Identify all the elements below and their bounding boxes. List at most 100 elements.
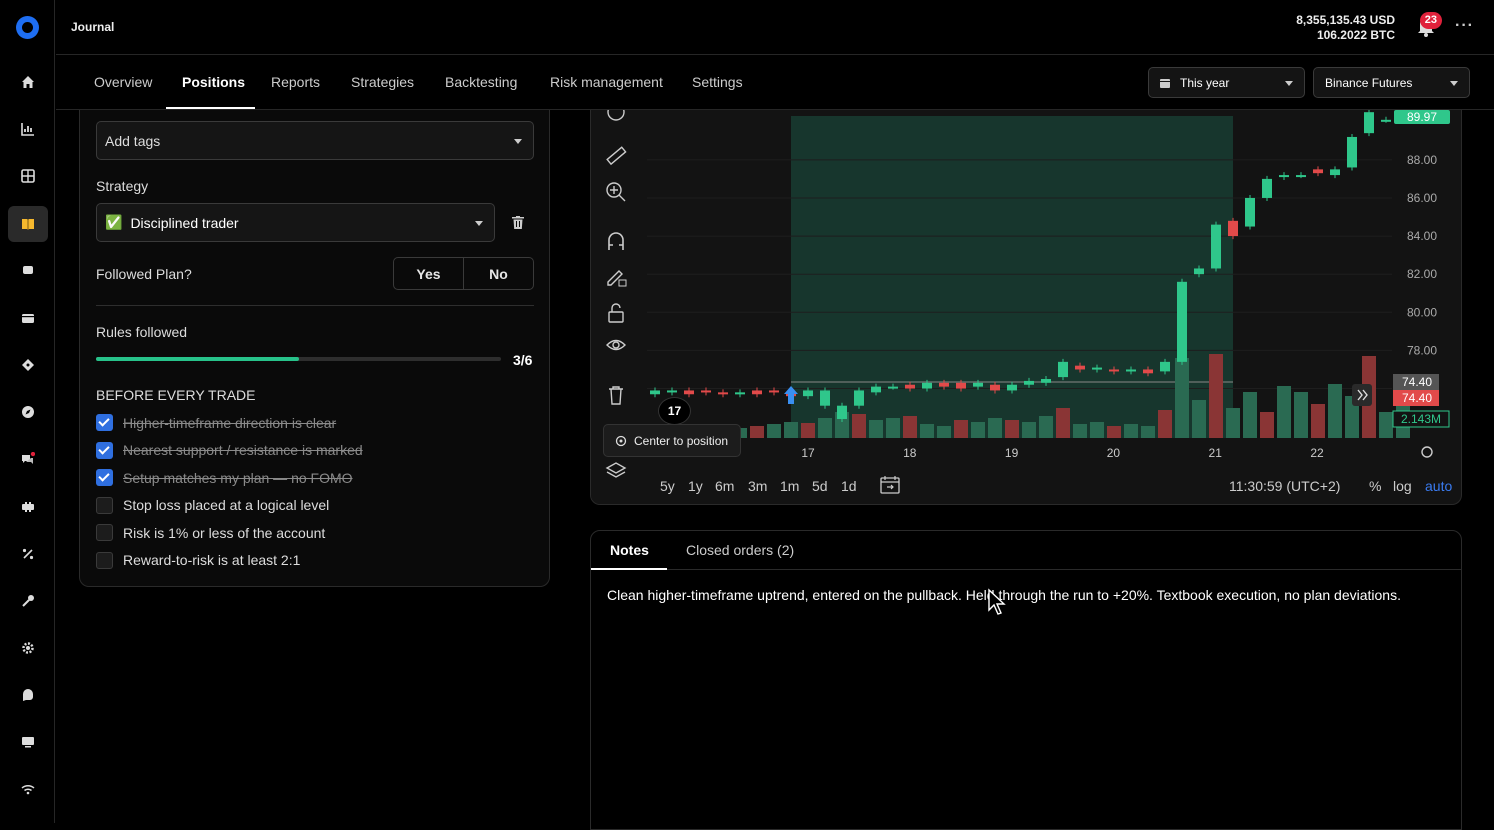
tradingview-logo[interactable]: 17: [658, 397, 691, 425]
candlestick-chart[interactable]: 88.0086.0084.0082.0080.0078.0076.00 89.9…: [647, 110, 1462, 465]
tab-strategies[interactable]: Strategies: [351, 74, 414, 90]
candle: [701, 390, 711, 393]
volume-bar: [937, 426, 951, 438]
zoom-in-icon[interactable]: [605, 181, 627, 203]
auto-scale-toggle[interactable]: auto: [1425, 478, 1452, 494]
strategy-select[interactable]: ✅ Disciplined trader: [96, 203, 495, 242]
strategy-emoji: ✅: [105, 214, 123, 230]
tab-notes[interactable]: Notes: [610, 542, 649, 558]
ruler-icon[interactable]: [605, 145, 627, 167]
timeframe-1y[interactable]: 1y: [688, 478, 703, 494]
date-range-icon[interactable]: [880, 476, 900, 494]
volume-bar: [971, 422, 985, 438]
candle: [854, 390, 864, 406]
active-tab-indicator: [166, 107, 255, 109]
monitor-icon[interactable]: [8, 724, 48, 760]
candle: [803, 390, 813, 397]
tags-select[interactable]: Add tags: [96, 121, 534, 160]
date-tick-label: 20: [1107, 446, 1121, 460]
trash-icon[interactable]: [605, 384, 627, 406]
no-button[interactable]: No: [464, 258, 533, 289]
puzzle-icon[interactable]: [8, 489, 48, 525]
account-balance: 8,355,135.43 USD 106.2022 BTC: [1296, 13, 1395, 43]
tab-overview[interactable]: Overview: [94, 74, 152, 90]
tab-settings[interactable]: Settings: [692, 74, 743, 90]
support-icon[interactable]: [8, 677, 48, 713]
percent-icon[interactable]: [8, 536, 48, 572]
candle: [837, 405, 847, 420]
timeframe-1m[interactable]: 1m: [780, 478, 799, 494]
tab-backtesting[interactable]: Backtesting: [445, 74, 517, 90]
wallet-icon[interactable]: [8, 300, 48, 336]
rule-checkbox[interactable]: [96, 469, 113, 486]
timeframe-3m[interactable]: 3m: [748, 478, 767, 494]
tab-positions[interactable]: Positions: [182, 74, 245, 90]
candle: [956, 382, 966, 389]
timeframe-6m[interactable]: 6m: [715, 478, 734, 494]
strategy-value: Disciplined trader: [130, 214, 239, 231]
smile-icon[interactable]: [605, 110, 627, 123]
date-filter-dropdown[interactable]: This year: [1148, 67, 1305, 98]
volume-bar: [1039, 416, 1053, 438]
notification-badge[interactable]: 23: [1419, 12, 1442, 29]
volume-bar: [1328, 384, 1342, 438]
chart-settings-icon[interactable]: [1421, 446, 1433, 458]
volume-bar: [1022, 422, 1036, 438]
compass-icon[interactable]: [8, 394, 48, 430]
top-bar: Journal 8,355,135.43 USD 106.2022 BTC 23…: [56, 0, 1494, 55]
trash-icon[interactable]: [512, 216, 524, 229]
tab-closed-orders[interactable]: Closed orders (2): [686, 542, 794, 558]
tag-icon[interactable]: [8, 347, 48, 383]
log-scale-toggle[interactable]: log: [1393, 478, 1412, 494]
candle: [1211, 224, 1221, 269]
rule-checkbox[interactable]: [96, 442, 113, 459]
page-title: Journal: [71, 20, 115, 34]
rules-progress-fill: [96, 357, 299, 361]
pencil-lock-icon[interactable]: [605, 265, 627, 287]
rule-checkbox[interactable]: [96, 552, 113, 569]
volume-bar: [1260, 412, 1274, 438]
candle: [1279, 175, 1289, 178]
exchange-filter-dropdown[interactable]: Binance Futures: [1313, 67, 1470, 98]
tags-placeholder: Add tags: [105, 132, 161, 149]
candle: [922, 382, 932, 389]
rule-checkbox[interactable]: [96, 497, 113, 514]
percent-scale-toggle[interactable]: %: [1369, 478, 1381, 494]
rule-label: Risk is 1% or less of the account: [123, 525, 326, 541]
candle: [1228, 220, 1238, 237]
followed-plan-label: Followed Plan?: [96, 266, 192, 282]
home-icon[interactable]: [8, 64, 48, 100]
tab-reports[interactable]: Reports: [271, 74, 320, 90]
wifi-icon[interactable]: [8, 771, 48, 807]
candle: [1177, 281, 1187, 362]
rule-checkbox[interactable]: [96, 414, 113, 431]
volume-bar: [818, 418, 832, 438]
app-logo[interactable]: [16, 16, 39, 39]
key-icon[interactable]: [8, 583, 48, 619]
calendar-icon: [1160, 78, 1170, 88]
layers-icon[interactable]: [605, 460, 627, 482]
cards-icon[interactable]: [8, 252, 48, 288]
yes-button[interactable]: Yes: [394, 258, 464, 289]
center-to-position-button[interactable]: Center to position: [603, 424, 742, 457]
volume-bar: [1107, 426, 1121, 438]
journal-icon[interactable]: [8, 206, 48, 242]
sidebar: [0, 0, 55, 823]
eye-icon[interactable]: [605, 335, 627, 357]
timeframe-1d[interactable]: 1d: [841, 478, 857, 494]
grid-icon[interactable]: [8, 158, 48, 194]
balance-usd: 8,355,135.43 USD: [1296, 13, 1395, 27]
rule-checkbox[interactable]: [96, 524, 113, 541]
strategy-label: Strategy: [96, 178, 149, 194]
chart-clock[interactable]: 11:30:59 (UTC+2): [1229, 478, 1340, 494]
timeframe-5d[interactable]: 5d: [812, 478, 828, 494]
timeframe-5y[interactable]: 5y: [660, 478, 675, 494]
chart-icon[interactable]: [8, 111, 48, 147]
tab-risk-management[interactable]: Risk management: [550, 74, 663, 90]
volume-bar: [1226, 408, 1240, 438]
unlock-icon[interactable]: [605, 302, 627, 324]
more-menu-button[interactable]: ···: [1455, 17, 1474, 35]
gear-icon[interactable]: [8, 630, 48, 666]
magnet-icon[interactable]: [605, 230, 627, 252]
chat-icon[interactable]: [8, 441, 48, 477]
